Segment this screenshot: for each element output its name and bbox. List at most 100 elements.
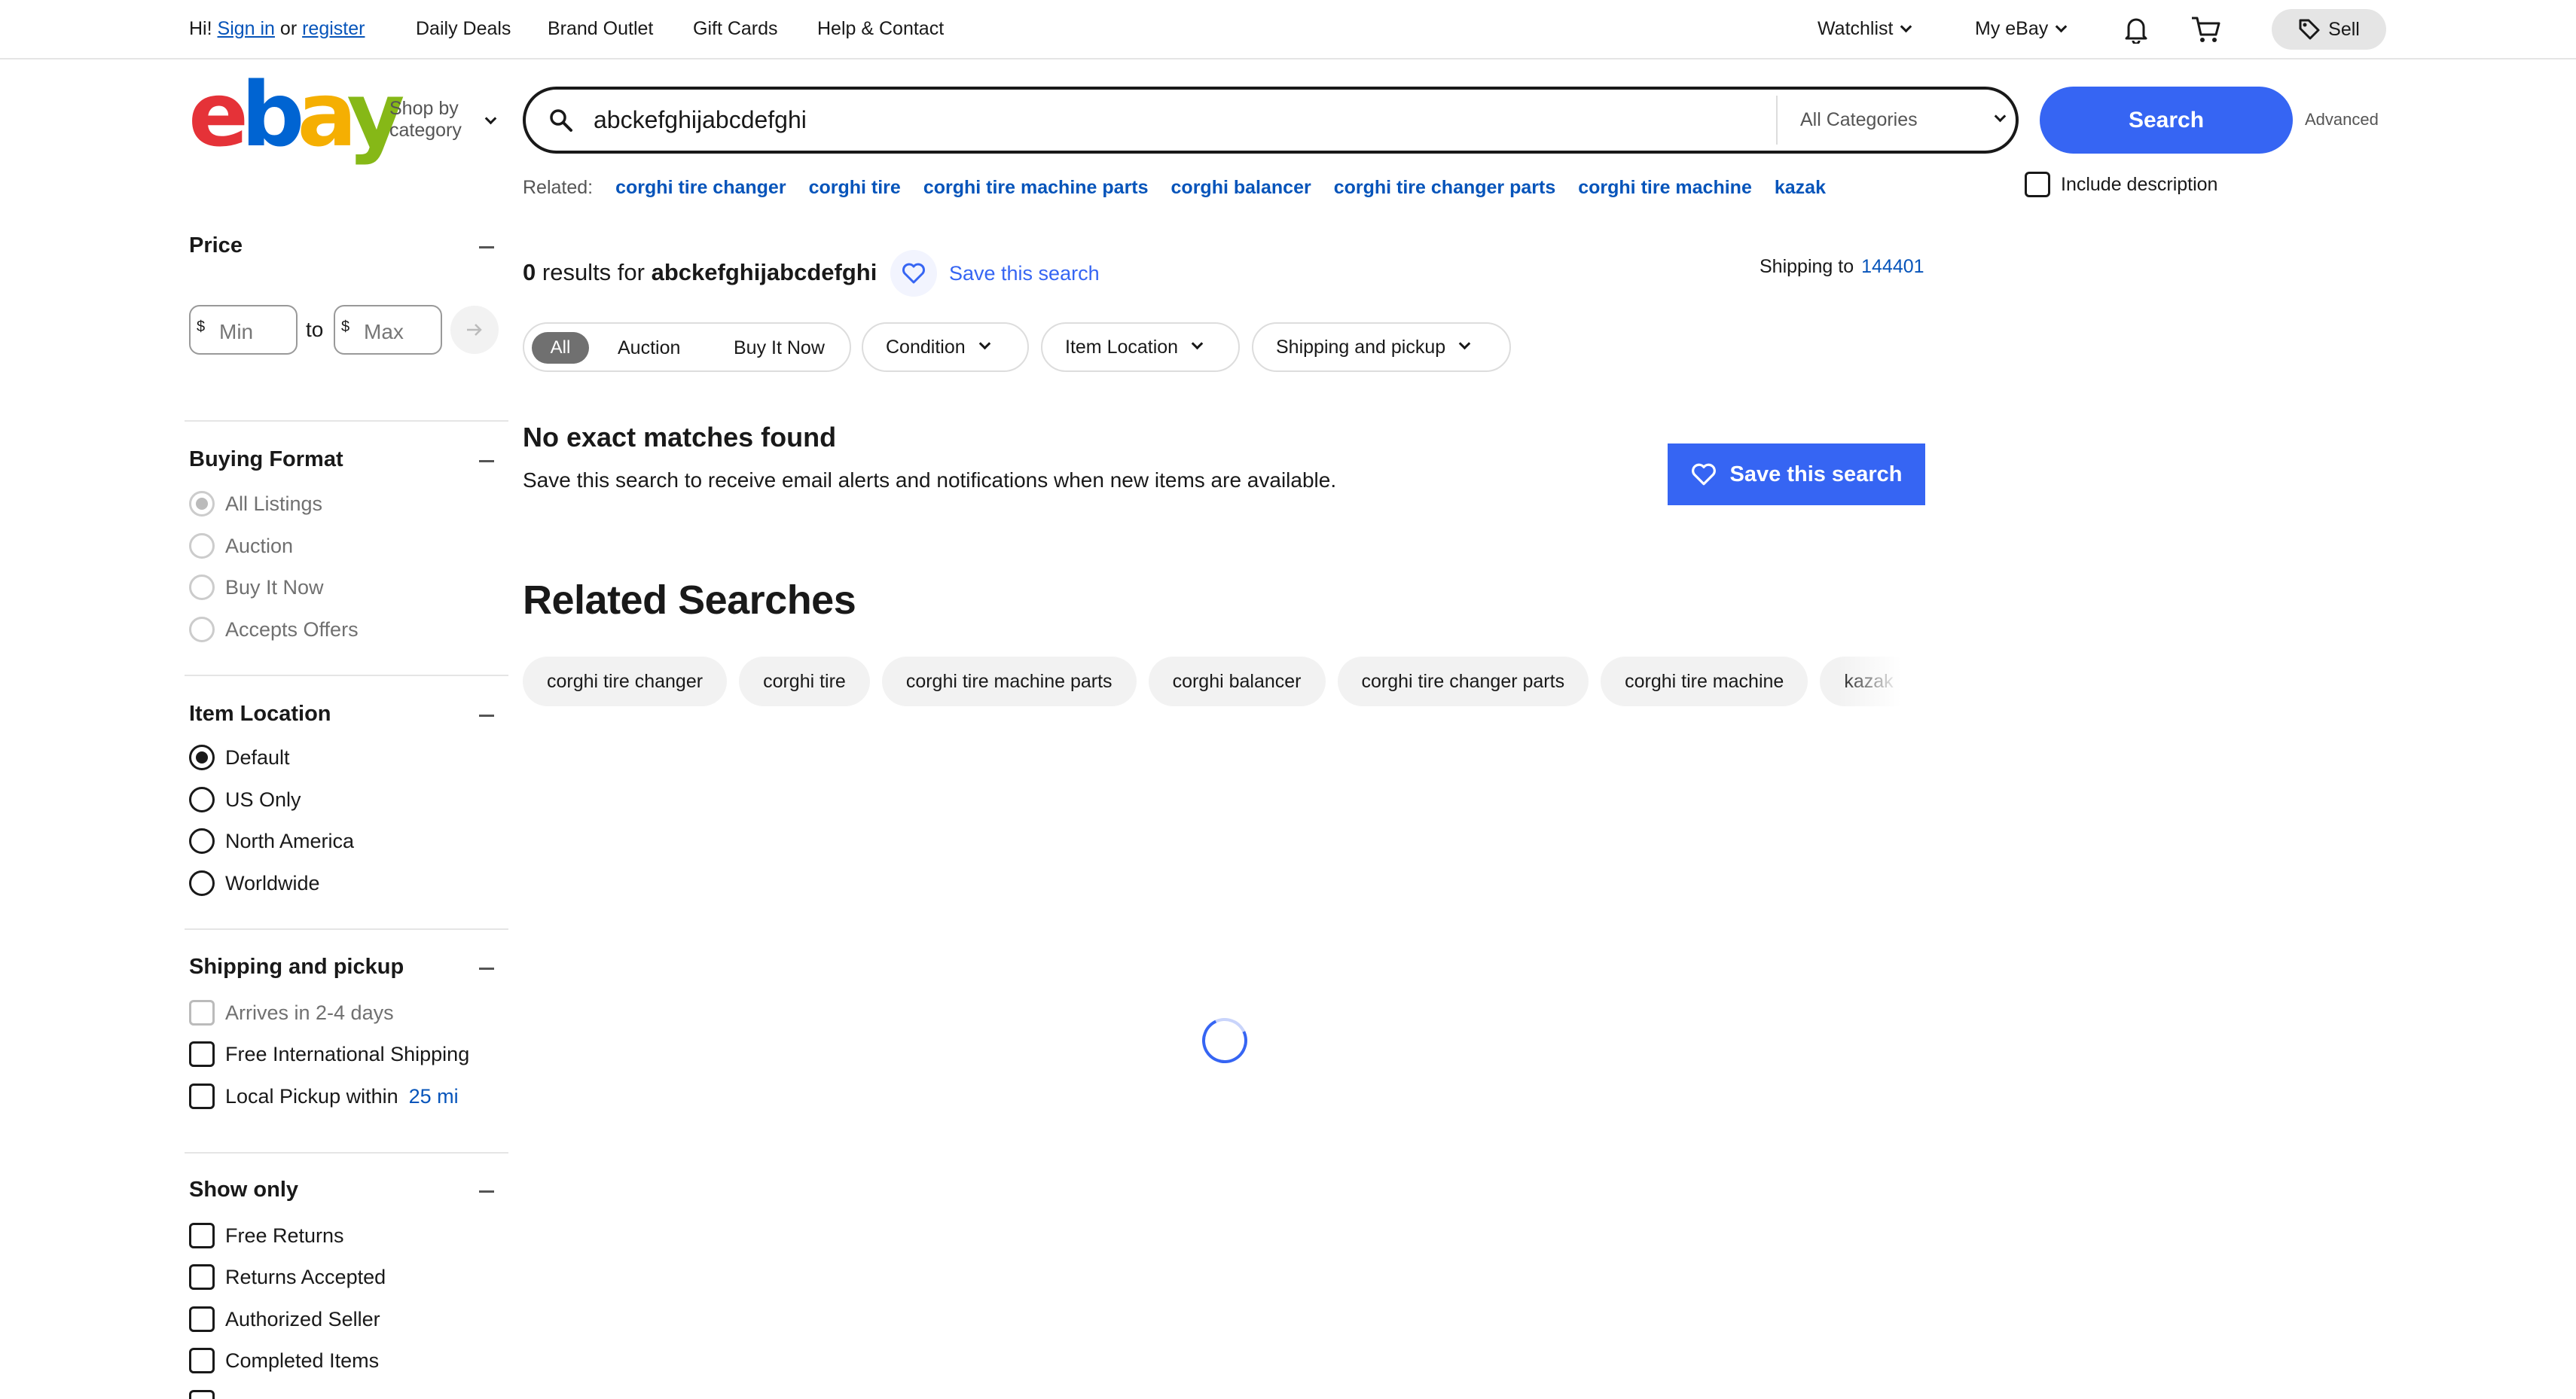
radio-button[interactable] xyxy=(189,491,215,517)
collapse-price-button[interactable] xyxy=(479,246,494,248)
save-search-link[interactable]: Save this search xyxy=(890,250,1100,297)
include-description-toggle[interactable]: Include description xyxy=(2025,172,2217,197)
radio-button[interactable] xyxy=(189,828,215,854)
collapse-show-only-button[interactable] xyxy=(479,1190,494,1193)
collapse-buying-format-button[interactable] xyxy=(479,460,494,462)
arrow-right-icon xyxy=(467,324,482,336)
help-contact-link[interactable]: Help & Contact xyxy=(817,18,944,40)
related-chip[interactable]: corghi tire changer xyxy=(523,657,728,706)
save-search-label: Save this search xyxy=(949,261,1100,285)
watchlist-label: Watchlist xyxy=(1818,18,1894,39)
checkbox[interactable] xyxy=(189,1348,215,1373)
option-label: Free Returns xyxy=(225,1224,344,1247)
search-input[interactable]: abckefghijabcdefghi xyxy=(594,90,807,151)
pickup-distance-link[interactable]: 25 mi xyxy=(409,1085,459,1108)
tab-all[interactable]: All xyxy=(532,332,589,364)
related-chip[interactable]: corghi balancer xyxy=(1148,657,1326,706)
checkbox[interactable] xyxy=(189,1223,215,1248)
free-returns-option[interactable]: Free Returns xyxy=(189,1223,344,1248)
category-select[interactable]: All Categories xyxy=(1800,90,1918,151)
checkbox[interactable] xyxy=(189,1306,215,1332)
logo-letter: b xyxy=(241,62,305,166)
buying-format-all-listings[interactable]: All Listings xyxy=(189,491,322,517)
item-location-filter[interactable]: Item Location xyxy=(1041,322,1240,372)
item-location-default[interactable]: Default xyxy=(189,745,290,770)
daily-deals-link[interactable]: Daily Deals xyxy=(416,18,511,40)
item-location-north-america[interactable]: North America xyxy=(189,828,354,854)
price-min-field[interactable]: $ Min xyxy=(189,305,298,355)
include-description-checkbox[interactable] xyxy=(2025,172,2050,197)
related-chip[interactable]: corghi tire machine xyxy=(1601,657,1808,706)
shop-by-category-button[interactable]: Shop by category xyxy=(389,98,462,142)
related-link[interactable]: corghi tire machine xyxy=(1578,177,1752,199)
free-international-shipping-option[interactable]: Free International Shipping xyxy=(189,1041,469,1067)
watchlist-menu[interactable]: Watchlist xyxy=(1818,18,1912,40)
collapse-shipping-button[interactable] xyxy=(479,968,494,970)
next-option-partial[interactable] xyxy=(189,1390,215,1399)
related-chip[interactable]: corghi tire machine parts xyxy=(881,657,1137,706)
related-link[interactable]: corghi balancer xyxy=(1171,177,1311,199)
sign-in-link[interactable]: Sign in xyxy=(218,18,275,39)
radio-button[interactable] xyxy=(189,787,215,812)
search-icon xyxy=(550,109,572,132)
my-ebay-label: My eBay xyxy=(1975,18,2049,39)
local-pickup-option[interactable]: Local Pickup within 25 mi xyxy=(189,1084,459,1109)
checkbox[interactable] xyxy=(189,1390,215,1399)
advanced-search-link[interactable]: Advanced xyxy=(2305,110,2379,130)
radio-button[interactable] xyxy=(189,870,215,896)
save-search-button[interactable]: Save this search xyxy=(1668,443,1925,505)
my-ebay-menu[interactable]: My eBay xyxy=(1975,18,2068,40)
radio-button[interactable] xyxy=(189,745,215,770)
radio-button[interactable] xyxy=(189,617,215,642)
include-description-label: Include description xyxy=(2061,173,2218,195)
related-link[interactable]: kazak xyxy=(1775,177,1826,199)
checkbox[interactable] xyxy=(189,1264,215,1290)
search-button[interactable]: Search xyxy=(2040,87,2293,154)
register-link[interactable]: register xyxy=(302,18,365,39)
tab-buy-it-now[interactable]: Buy It Now xyxy=(734,337,825,359)
search-divider xyxy=(1776,96,1778,145)
related-chip[interactable]: corghi tire xyxy=(739,657,870,706)
radio-button[interactable] xyxy=(189,575,215,600)
search-bar: abckefghijabcdefghi All Categories xyxy=(523,87,2019,154)
condition-filter[interactable]: Condition xyxy=(862,322,1029,372)
checkbox[interactable] xyxy=(189,1084,215,1109)
related-label: Related: xyxy=(523,177,594,198)
ebay-logo[interactable]: ebay xyxy=(188,70,404,159)
checkbox[interactable] xyxy=(189,1000,215,1026)
buying-format-accepts-offers[interactable]: Accepts Offers xyxy=(189,617,359,642)
authorized-seller-option[interactable]: Authorized Seller xyxy=(189,1306,380,1332)
price-max-field[interactable]: $ Max xyxy=(334,305,442,355)
related-link[interactable]: corghi tire machine parts xyxy=(923,177,1149,199)
sell-button[interactable]: Sell xyxy=(2272,9,2386,50)
collapse-item-location-button[interactable] xyxy=(479,715,494,717)
tab-auction[interactable]: Auction xyxy=(618,337,680,359)
format-tabs: All Auction Buy It Now xyxy=(523,322,851,372)
returns-accepted-option[interactable]: Returns Accepted xyxy=(189,1264,386,1290)
gift-cards-link[interactable]: Gift Cards xyxy=(693,18,778,40)
buying-format-title: Buying Format xyxy=(189,447,343,471)
price-to-label: to xyxy=(306,318,324,341)
option-label: Authorized Seller xyxy=(225,1307,380,1330)
shipping-pickup-filter[interactable]: Shipping and pickup xyxy=(1252,322,1511,372)
related-link[interactable]: corghi tire changer xyxy=(615,177,786,199)
item-location-us-only[interactable]: US Only xyxy=(189,787,301,812)
chevron-down-icon xyxy=(1994,110,2007,123)
buying-format-auction[interactable]: Auction xyxy=(189,533,293,559)
completed-items-option[interactable]: Completed Items xyxy=(189,1348,379,1373)
arrives-2-4-days-option[interactable]: Arrives in 2-4 days xyxy=(189,1000,394,1026)
brand-outlet-link[interactable]: Brand Outlet xyxy=(548,18,653,40)
option-label: North America xyxy=(225,829,355,852)
notification-bell-icon[interactable] xyxy=(2123,15,2150,44)
price-submit-button[interactable] xyxy=(450,306,499,354)
cart-icon[interactable] xyxy=(2190,15,2222,45)
item-location-worldwide[interactable]: Worldwide xyxy=(189,870,320,896)
checkbox[interactable] xyxy=(189,1041,215,1067)
sell-label: Sell xyxy=(2328,18,2360,40)
zip-code-link[interactable]: 144401 xyxy=(1861,256,1924,277)
related-chip[interactable]: corghi tire changer parts xyxy=(1337,657,1589,706)
buying-format-buy-it-now[interactable]: Buy It Now xyxy=(189,575,324,600)
related-link[interactable]: corghi tire changer parts xyxy=(1334,177,1556,199)
radio-button[interactable] xyxy=(189,533,215,559)
related-link[interactable]: corghi tire xyxy=(809,177,901,199)
